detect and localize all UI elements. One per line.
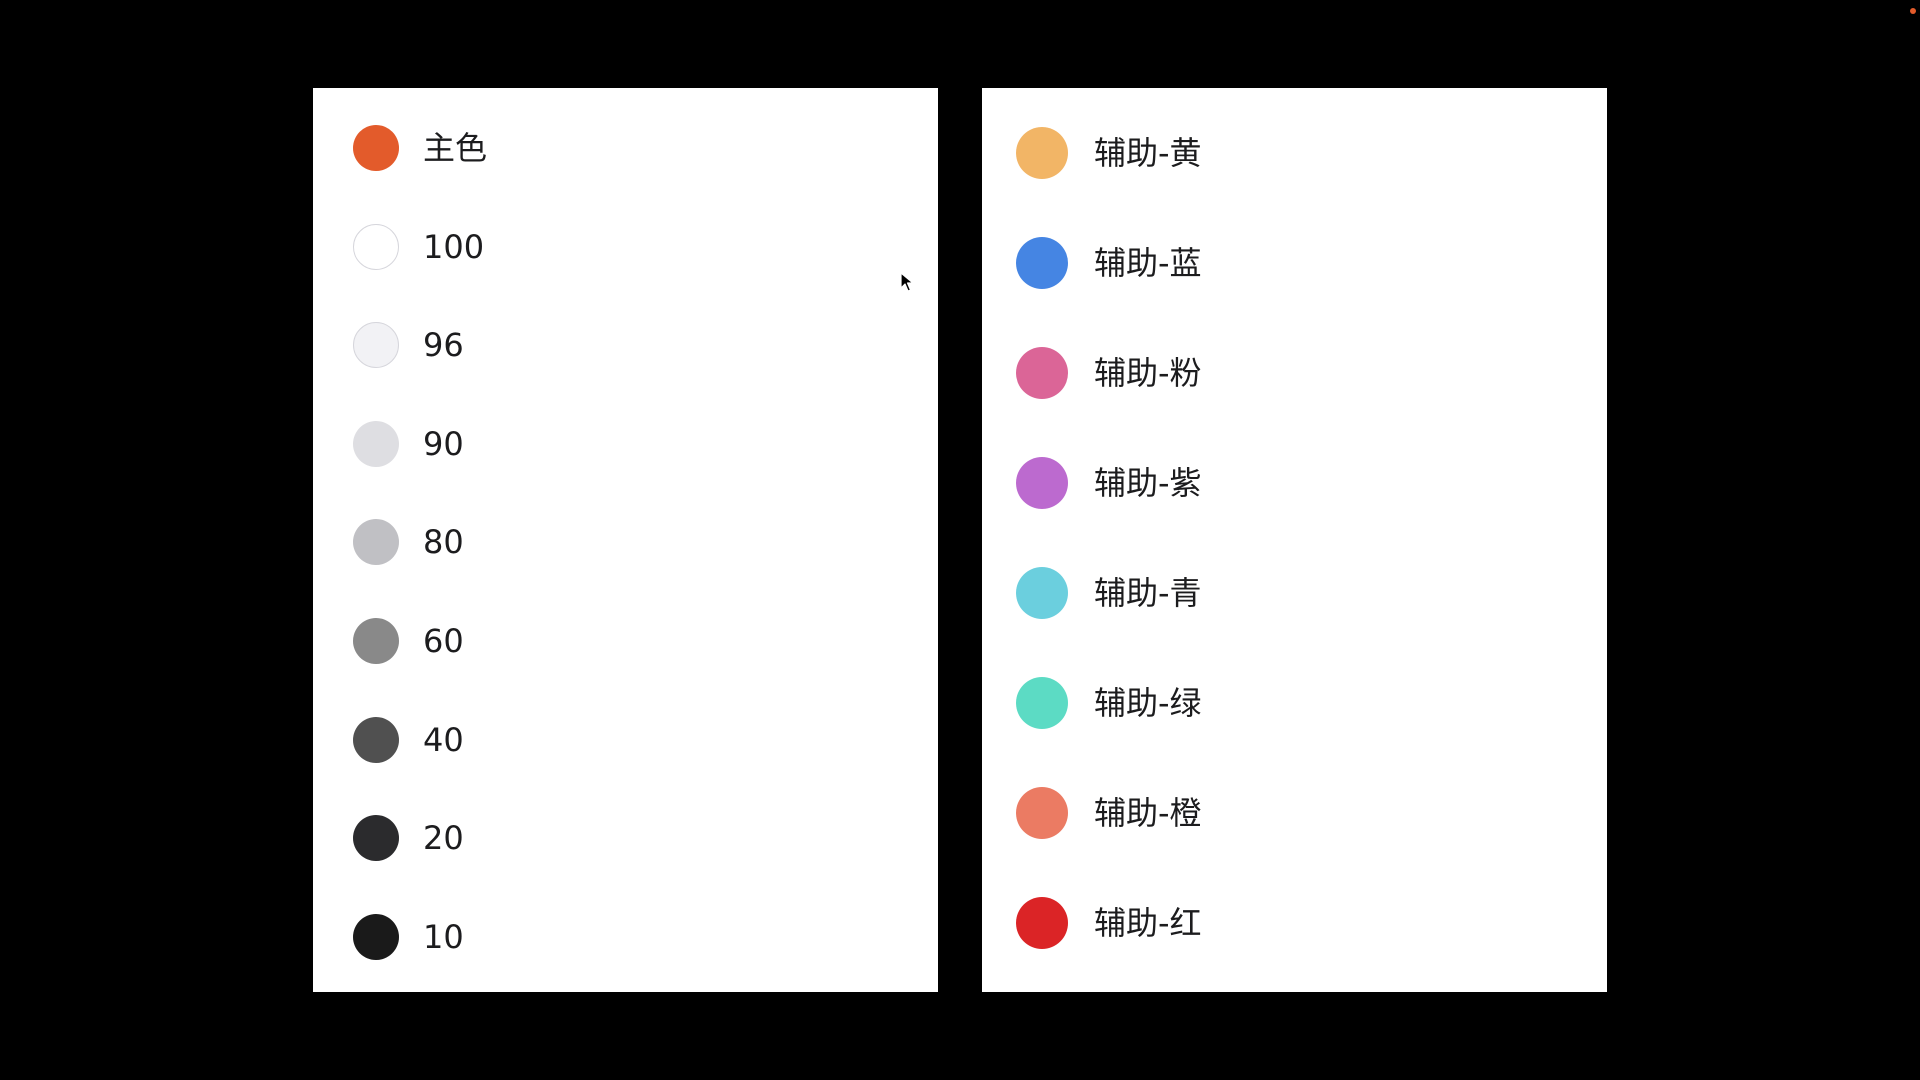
- neutral-palette-panel: 主色 100 96 90 80 60 40 20 10: [313, 88, 938, 992]
- swatch-row-blue[interactable]: 辅助-蓝: [1016, 233, 1202, 293]
- swatch-row-20[interactable]: 20: [353, 808, 464, 868]
- color-dot-icon: [353, 618, 399, 664]
- swatch-label: 主色: [423, 129, 488, 167]
- color-dot-icon: [1016, 347, 1068, 399]
- swatch-label: 辅助-青: [1094, 574, 1202, 612]
- swatch-label: 辅助-红: [1094, 904, 1202, 942]
- color-dot-icon: [353, 716, 399, 763]
- canvas: 主色 100 96 90 80 60 40 20 10 辅助-黄 辅助-蓝 辅助…: [0, 0, 1920, 1080]
- swatch-label: 辅助-粉: [1094, 354, 1202, 392]
- color-dot-icon: [353, 815, 399, 862]
- swatch-label: 20: [423, 819, 464, 858]
- color-dot-icon: [1016, 457, 1068, 509]
- swatch-label: 10: [423, 917, 464, 956]
- arrow-pointer-icon: [900, 272, 914, 292]
- swatch-label: 辅助-绿: [1094, 684, 1202, 722]
- color-dot-icon: [1016, 237, 1068, 289]
- color-dot-icon: [353, 420, 399, 467]
- color-dot-icon: [1016, 567, 1068, 619]
- swatch-label: 40: [423, 720, 464, 759]
- swatch-row-purple[interactable]: 辅助-紫: [1016, 453, 1202, 513]
- swatch-row-orange[interactable]: 辅助-橙: [1016, 783, 1202, 843]
- color-dot-icon: [353, 322, 399, 369]
- swatch-row-90[interactable]: 90: [353, 414, 464, 474]
- swatch-row-cyan[interactable]: 辅助-青: [1016, 563, 1202, 623]
- swatch-row-80[interactable]: 80: [353, 512, 464, 572]
- swatch-row-60[interactable]: 60: [353, 611, 464, 671]
- swatch-label: 96: [423, 326, 464, 365]
- swatch-label: 100: [423, 227, 485, 266]
- color-dot-icon: [353, 223, 399, 270]
- swatch-label: 辅助-紫: [1094, 464, 1202, 502]
- recording-indicator-icon: [1910, 8, 1916, 14]
- auxiliary-palette-panel: 辅助-黄 辅助-蓝 辅助-粉 辅助-紫 辅助-青 辅助-绿 辅助-橙 辅助-红: [982, 88, 1607, 992]
- swatch-row-red[interactable]: 辅助-红: [1016, 893, 1202, 953]
- color-dot-icon: [353, 913, 399, 960]
- swatch-row-10[interactable]: 10: [353, 907, 464, 967]
- swatch-label: 辅助-橙: [1094, 794, 1202, 832]
- color-dot-icon: [1016, 897, 1068, 949]
- color-dot-icon: [353, 125, 399, 171]
- swatch-row-yellow[interactable]: 辅助-黄: [1016, 123, 1202, 183]
- color-dot-icon: [353, 519, 399, 566]
- swatch-row-100[interactable]: 100: [353, 217, 484, 277]
- swatch-label: 90: [423, 424, 464, 463]
- color-dot-icon: [1016, 677, 1068, 729]
- swatch-label: 60: [423, 622, 464, 660]
- swatch-row-primary[interactable]: 主色: [353, 118, 487, 178]
- color-dot-icon: [1016, 787, 1068, 839]
- swatch-label: 辅助-蓝: [1094, 244, 1202, 282]
- swatch-row-green[interactable]: 辅助-绿: [1016, 673, 1202, 733]
- swatch-row-96[interactable]: 96: [353, 315, 464, 375]
- swatch-row-pink[interactable]: 辅助-粉: [1016, 343, 1202, 403]
- color-dot-icon: [1016, 127, 1068, 179]
- swatch-label: 80: [423, 523, 464, 562]
- swatch-row-40[interactable]: 40: [353, 710, 464, 770]
- swatch-label: 辅助-黄: [1094, 134, 1202, 172]
